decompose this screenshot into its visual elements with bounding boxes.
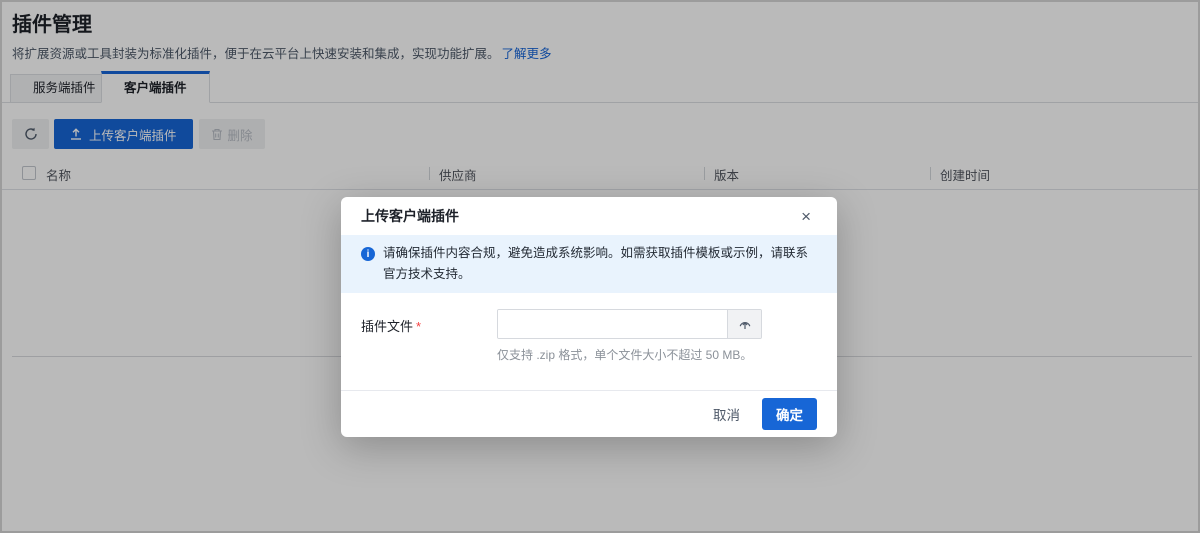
close-icon[interactable]: ×: [801, 208, 811, 225]
plugin-file-form-row: 插件文件*: [361, 309, 817, 339]
upload-arrow-icon: [737, 316, 753, 332]
notice-banner: i 请确保插件内容合规，避免造成系统影响。如需获取插件模板或示例，请联系官方技术…: [341, 235, 837, 293]
dialog-footer: 取消 确定: [341, 390, 837, 437]
confirm-button[interactable]: 确定: [762, 398, 817, 430]
file-format-helper-text: 仅支持 .zip 格式，单个文件大小不超过 50 MB。: [497, 346, 817, 363]
plugin-file-input-group: [497, 309, 762, 339]
plugin-file-input[interactable]: [498, 310, 727, 338]
plugin-file-label-wrap: 插件文件*: [361, 309, 497, 339]
required-mark: *: [416, 319, 421, 334]
browse-upload-button[interactable]: [727, 310, 761, 338]
dialog-header: 上传客户端插件 ×: [341, 197, 837, 235]
upload-client-plugin-dialog: 上传客户端插件 × i 请确保插件内容合规，避免造成系统影响。如需获取插件模板或…: [341, 197, 837, 437]
info-icon: i: [361, 247, 375, 261]
plugin-file-label: 插件文件: [361, 319, 413, 334]
dialog-body: 插件文件* 仅支持 .zip 格式，单个文件大小不超过 50 MB。: [341, 293, 837, 363]
notice-text: 请确保插件内容合规，避免造成系统影响。如需获取插件模板或示例，请联系官方技术支持…: [383, 243, 817, 285]
cancel-button[interactable]: 取消: [699, 398, 754, 430]
dialog-title: 上传客户端插件: [361, 206, 459, 226]
